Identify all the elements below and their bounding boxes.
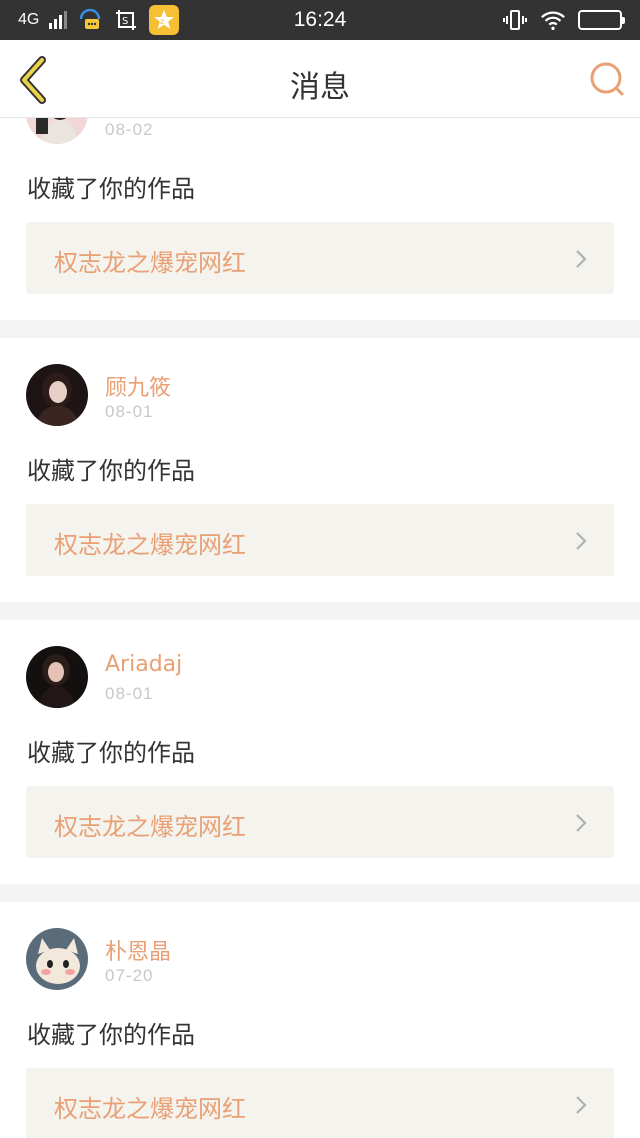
message-card: 朴恩晶 07-20 收藏了你的作品 权志龙之爆宠网红 — [0, 902, 640, 1138]
avatar[interactable] — [26, 646, 88, 708]
message-date: 08-01 — [105, 684, 154, 703]
message-action-text: 收藏了你的作品 — [27, 175, 195, 203]
username[interactable]: Ariadaj — [105, 652, 182, 677]
chat-notification-icon — [77, 7, 103, 33]
message-date: 08-02 — [105, 120, 154, 139]
username[interactable]: 朴恩晶 — [105, 934, 171, 966]
work-title: 权志龙之爆宠网红 — [54, 531, 246, 559]
svg-text:S: S — [122, 16, 128, 27]
work-link[interactable]: 权志龙之爆宠网红 — [26, 786, 614, 858]
work-link[interactable]: 权志龙之爆宠网红 — [26, 1068, 614, 1138]
avatar[interactable] — [26, 118, 88, 144]
avatar[interactable] — [26, 364, 88, 426]
message-card: 权熙 08-02 收藏了你的作品 权志龙之爆宠网红 — [0, 118, 640, 320]
chevron-right-icon — [576, 532, 587, 550]
page-title: 消息 — [290, 70, 350, 105]
status-bar-right — [502, 7, 625, 33]
chevron-right-icon — [576, 814, 587, 832]
signal-icon — [49, 11, 68, 29]
search-icon — [590, 62, 624, 96]
message-action-text: 收藏了你的作品 — [27, 457, 195, 485]
work-link[interactable]: 权志龙之爆宠网红 — [26, 504, 614, 576]
status-bar: 4G S z 16:24 — [0, 0, 640, 40]
chevron-right-icon — [576, 250, 587, 268]
clock: 16:24 — [293, 8, 347, 31]
battery-icon — [578, 10, 625, 30]
work-link[interactable]: 权志龙之爆宠网红 — [26, 222, 614, 294]
screenshot-icon: S — [113, 7, 139, 33]
vibrate-icon — [502, 7, 528, 33]
svg-text:z: z — [160, 17, 164, 26]
message-card: 顾九筱 08-01 收藏了你的作品 权志龙之爆宠网红 — [0, 338, 640, 602]
work-title: 权志龙之爆宠网红 — [54, 249, 246, 277]
avatar[interactable] — [26, 928, 88, 990]
message-action-text: 收藏了你的作品 — [27, 739, 195, 767]
message-date: 08-01 — [105, 402, 154, 421]
work-title: 权志龙之爆宠网红 — [54, 813, 246, 841]
username[interactable]: 顾九筱 — [105, 370, 171, 402]
status-bar-left: 4G S z — [18, 5, 180, 35]
network-type: 4G — [18, 11, 40, 28]
message-action-text: 收藏了你的作品 — [27, 1021, 195, 1049]
search-button[interactable] — [588, 60, 626, 98]
message-date: 07-20 — [105, 966, 154, 985]
wifi-icon — [540, 7, 566, 33]
chevron-right-icon — [576, 1096, 587, 1114]
message-list[interactable]: 权熙 08-02 收藏了你的作品 权志龙之爆宠网红 顾九筱 08-01 收藏了你… — [0, 118, 640, 1138]
work-title: 权志龙之爆宠网红 — [54, 1095, 246, 1123]
message-card: Ariadaj 08-01 收藏了你的作品 权志龙之爆宠网红 — [0, 620, 640, 884]
app-star-icon: z — [149, 5, 180, 35]
nav-bar: 消息 — [0, 40, 640, 118]
